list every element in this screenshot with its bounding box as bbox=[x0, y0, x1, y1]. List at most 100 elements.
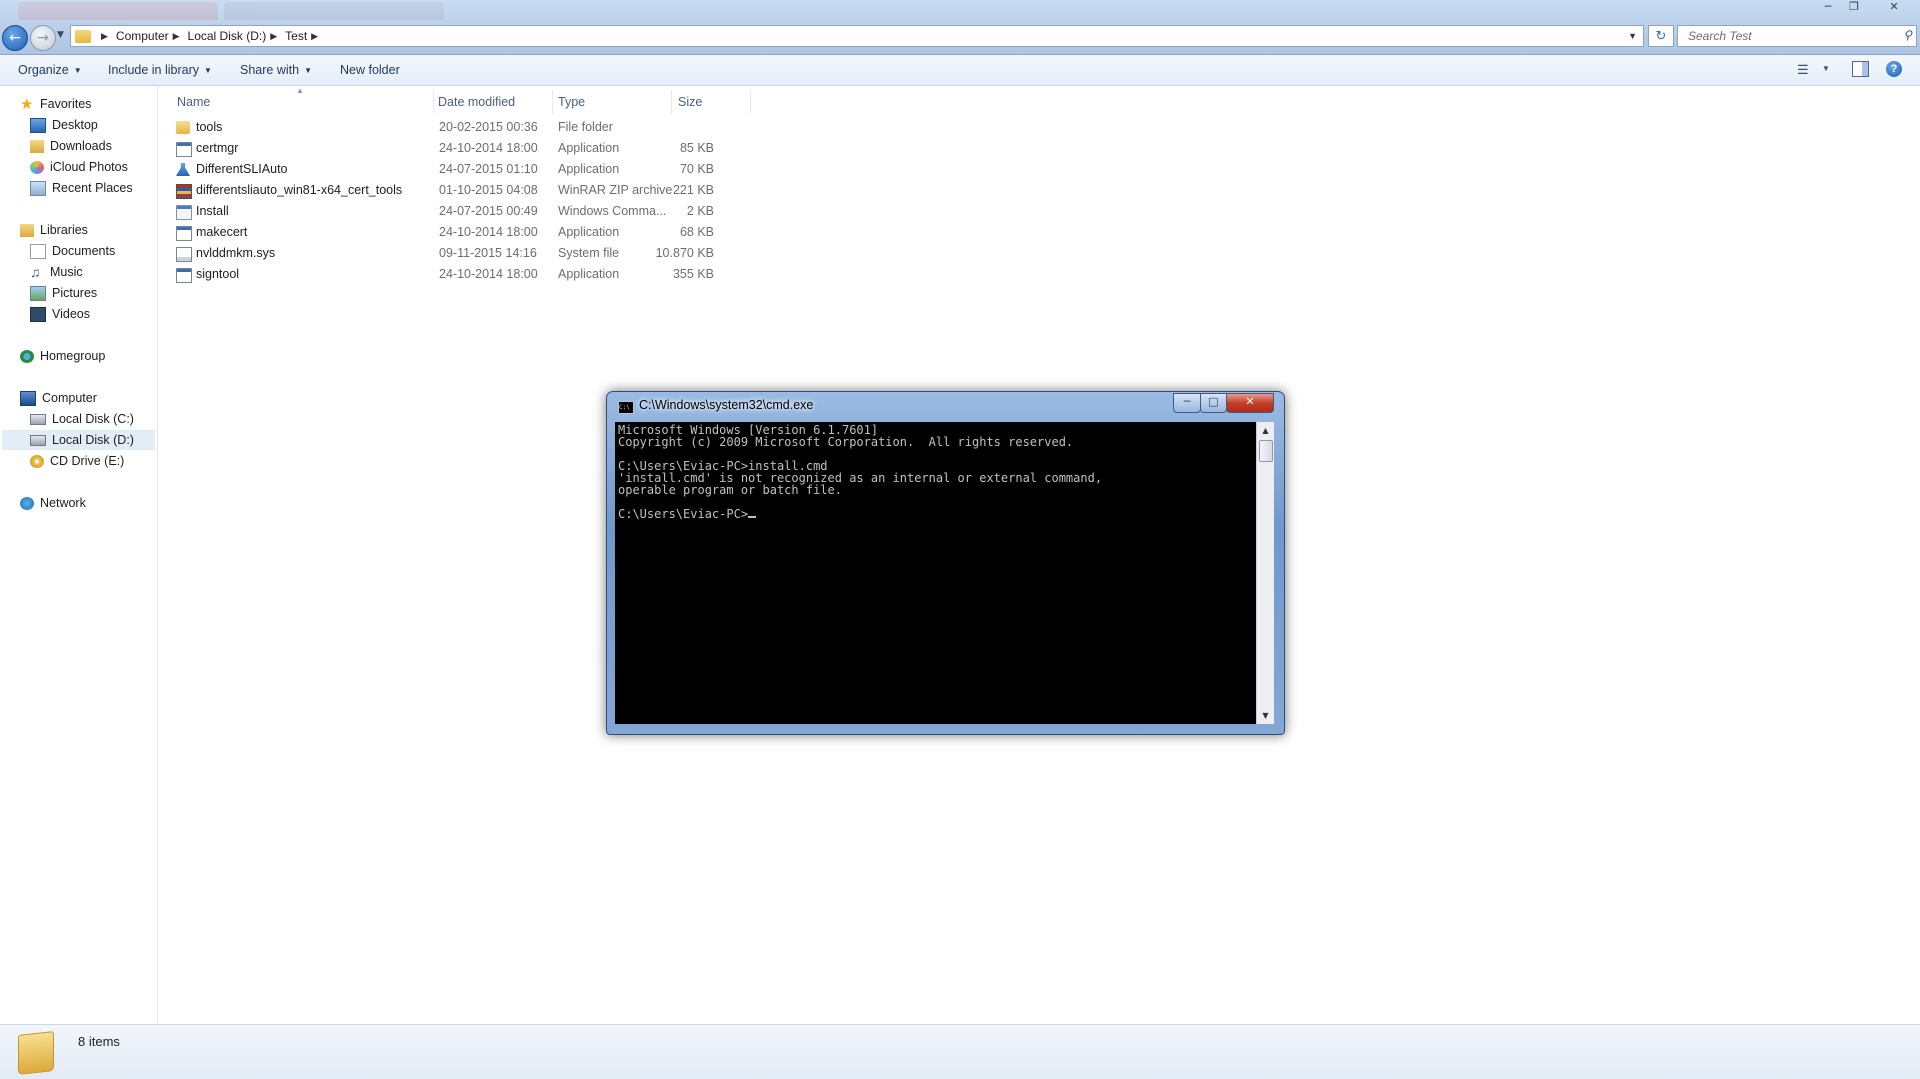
column-divider[interactable] bbox=[552, 90, 553, 114]
chevron-right-icon[interactable]: ▶ bbox=[101, 31, 108, 42]
breadcrumb-test[interactable]: Test bbox=[285, 29, 307, 43]
back-button[interactable]: ← bbox=[2, 25, 28, 51]
recent-pages-dropdown[interactable]: ▼ bbox=[57, 30, 64, 40]
address-bar-area: ─ ❐ ✕ ← → ▼ ▶ Computer ▶ Local Disk (D:)… bbox=[0, 0, 1920, 55]
scrollbar-thumb[interactable] bbox=[1259, 440, 1273, 462]
nav-homegroup[interactable]: Homegroup bbox=[20, 346, 105, 366]
file-row[interactable]: nvlddmkm.sys 09-11-2015 14:16 System fil… bbox=[172, 243, 912, 264]
breadcrumb-local-disk-d[interactable]: Local Disk (D:) bbox=[188, 29, 267, 43]
share-with-button[interactable]: Share with ▼ bbox=[240, 63, 312, 77]
background-tab bbox=[18, 2, 218, 20]
include-in-library-button[interactable]: Include in library ▼ bbox=[108, 63, 212, 77]
system-file-icon bbox=[176, 247, 192, 262]
network-icon bbox=[20, 496, 34, 510]
nav-music[interactable]: ♫ Music bbox=[30, 262, 83, 282]
command-prompt-window[interactable]: C:\ C:\Windows\system32\cmd.exe ─ □ ✕ Mi… bbox=[606, 391, 1285, 735]
nav-favorites[interactable]: ★ Favorites bbox=[20, 94, 91, 114]
window-minimize-button[interactable]: ─ bbox=[1816, 0, 1840, 16]
file-type: File folder bbox=[558, 120, 613, 134]
recent-places-icon bbox=[30, 180, 46, 196]
organize-button[interactable]: Organize ▼ bbox=[18, 63, 82, 77]
command-bar: Organize ▼ Include in library ▼ Share with… bbox=[0, 55, 1920, 86]
nav-icloud-photos[interactable]: iCloud Photos bbox=[30, 157, 128, 177]
pictures-icon bbox=[30, 285, 46, 301]
hard-drive-icon bbox=[30, 413, 46, 425]
address-field[interactable]: ▶ Computer ▶ Local Disk (D:) ▶ Test ▶ ▼ bbox=[70, 25, 1644, 47]
folder-icon bbox=[18, 1031, 54, 1075]
nav-desktop[interactable]: Desktop bbox=[30, 115, 98, 135]
breadcrumb-computer[interactable]: Computer bbox=[116, 29, 169, 43]
console-line: operable program or batch file. bbox=[618, 483, 842, 497]
nav-label: Libraries bbox=[40, 223, 88, 237]
column-divider[interactable] bbox=[671, 90, 672, 114]
column-header-type[interactable]: Type bbox=[558, 92, 585, 112]
file-date-modified: 24-10-2014 18:00 bbox=[439, 225, 538, 239]
homegroup-icon bbox=[20, 349, 34, 363]
window-restore-button[interactable]: ❐ bbox=[1842, 0, 1866, 16]
nav-local-disk-d[interactable]: Local Disk (D:) bbox=[2, 430, 155, 450]
column-header-date-modified[interactable]: Date modified bbox=[438, 92, 515, 112]
nav-label: Favorites bbox=[40, 97, 92, 111]
file-name: Install bbox=[196, 204, 229, 218]
help-button[interactable]: ? bbox=[1886, 61, 1902, 77]
address-history-dropdown[interactable]: ▼ bbox=[1628, 31, 1637, 41]
nav-documents[interactable]: Documents bbox=[30, 241, 115, 261]
nav-computer[interactable]: Computer bbox=[20, 388, 97, 408]
file-row[interactable]: DifferentSLIAuto 24-07-2015 01:10 Applic… bbox=[172, 159, 912, 180]
file-size: 2 KB bbox=[686, 204, 714, 218]
nav-videos[interactable]: Videos bbox=[30, 304, 90, 324]
console-minimize-button[interactable]: ─ bbox=[1173, 393, 1201, 413]
console-icon: C:\ bbox=[618, 401, 634, 414]
forward-button[interactable]: → bbox=[30, 25, 56, 51]
scroll-up-arrow-icon[interactable]: ▲ bbox=[1257, 422, 1274, 439]
column-divider[interactable] bbox=[750, 90, 751, 114]
column-header-size[interactable]: Size bbox=[678, 92, 702, 112]
search-input[interactable] bbox=[1686, 28, 1895, 44]
nav-label: Desktop bbox=[52, 118, 98, 132]
file-date-modified: 24-10-2014 18:00 bbox=[439, 141, 538, 155]
file-row[interactable]: Install 24-07-2015 00:49 Windows Comma..… bbox=[172, 201, 912, 222]
nav-recent-places[interactable]: Recent Places bbox=[30, 178, 133, 198]
chevron-right-icon[interactable]: ▶ bbox=[173, 31, 180, 42]
console-maximize-button[interactable]: □ bbox=[1200, 393, 1227, 413]
preview-pane-button[interactable] bbox=[1852, 61, 1869, 77]
icloud-photos-icon bbox=[30, 160, 44, 174]
file-row[interactable]: signtool 24-10-2014 18:00 Application 35… bbox=[172, 264, 912, 285]
nav-label: Local Disk (C:) bbox=[52, 412, 134, 426]
file-row[interactable]: makecert 24-10-2014 18:00 Application 68… bbox=[172, 222, 912, 243]
search-field[interactable]: ⚲ bbox=[1677, 25, 1917, 47]
file-size: 68 KB bbox=[679, 225, 714, 239]
scroll-down-arrow-icon[interactable]: ▼ bbox=[1257, 707, 1274, 724]
chevron-right-icon[interactable]: ▶ bbox=[311, 31, 318, 42]
chevron-right-icon[interactable]: ▶ bbox=[270, 31, 277, 42]
nav-label: Computer bbox=[42, 391, 97, 405]
nav-label: CD Drive (E:) bbox=[50, 454, 125, 468]
file-date-modified: 24-07-2015 01:10 bbox=[439, 162, 538, 176]
nav-libraries[interactable]: Libraries bbox=[20, 220, 88, 240]
console-output-area[interactable]: Microsoft Windows [Version 6.1.7601] Cop… bbox=[615, 422, 1274, 724]
file-row[interactable]: tools 20-02-2015 00:36 File folder bbox=[172, 117, 912, 138]
application-icon bbox=[176, 226, 192, 241]
include-in-library-label: Include in library bbox=[108, 63, 200, 77]
nav-local-disk-c[interactable]: Local Disk (C:) bbox=[30, 409, 134, 429]
console-scrollbar[interactable]: ▲ ▼ bbox=[1256, 422, 1274, 724]
nav-network[interactable]: Network bbox=[20, 493, 86, 513]
hard-drive-icon bbox=[30, 434, 46, 446]
column-divider[interactable] bbox=[433, 90, 434, 114]
file-row[interactable]: differentsliauto_win81-x64_cert_tools 01… bbox=[172, 180, 912, 201]
nav-cd-drive-e[interactable]: CD Drive (E:) bbox=[30, 451, 124, 471]
arrow-right-icon: → bbox=[37, 30, 49, 46]
search-icon[interactable]: ⚲ bbox=[1903, 28, 1912, 42]
view-options-dropdown[interactable]: ▼ bbox=[1822, 64, 1830, 73]
refresh-button[interactable]: ↻ bbox=[1648, 25, 1674, 47]
file-row[interactable]: certmgr 24-10-2014 18:00 Application 85 … bbox=[172, 138, 912, 159]
nav-downloads[interactable]: Downloads bbox=[30, 136, 112, 156]
background-tab bbox=[224, 2, 444, 20]
window-close-button[interactable]: ✕ bbox=[1882, 0, 1906, 16]
console-close-button[interactable]: ✕ bbox=[1226, 393, 1274, 413]
new-folder-button[interactable]: New folder bbox=[340, 63, 400, 77]
file-name: certmgr bbox=[196, 141, 239, 155]
nav-pictures[interactable]: Pictures bbox=[30, 283, 97, 303]
change-view-button[interactable]: ☰ bbox=[1797, 62, 1809, 78]
column-header-name[interactable]: Name bbox=[177, 92, 210, 112]
